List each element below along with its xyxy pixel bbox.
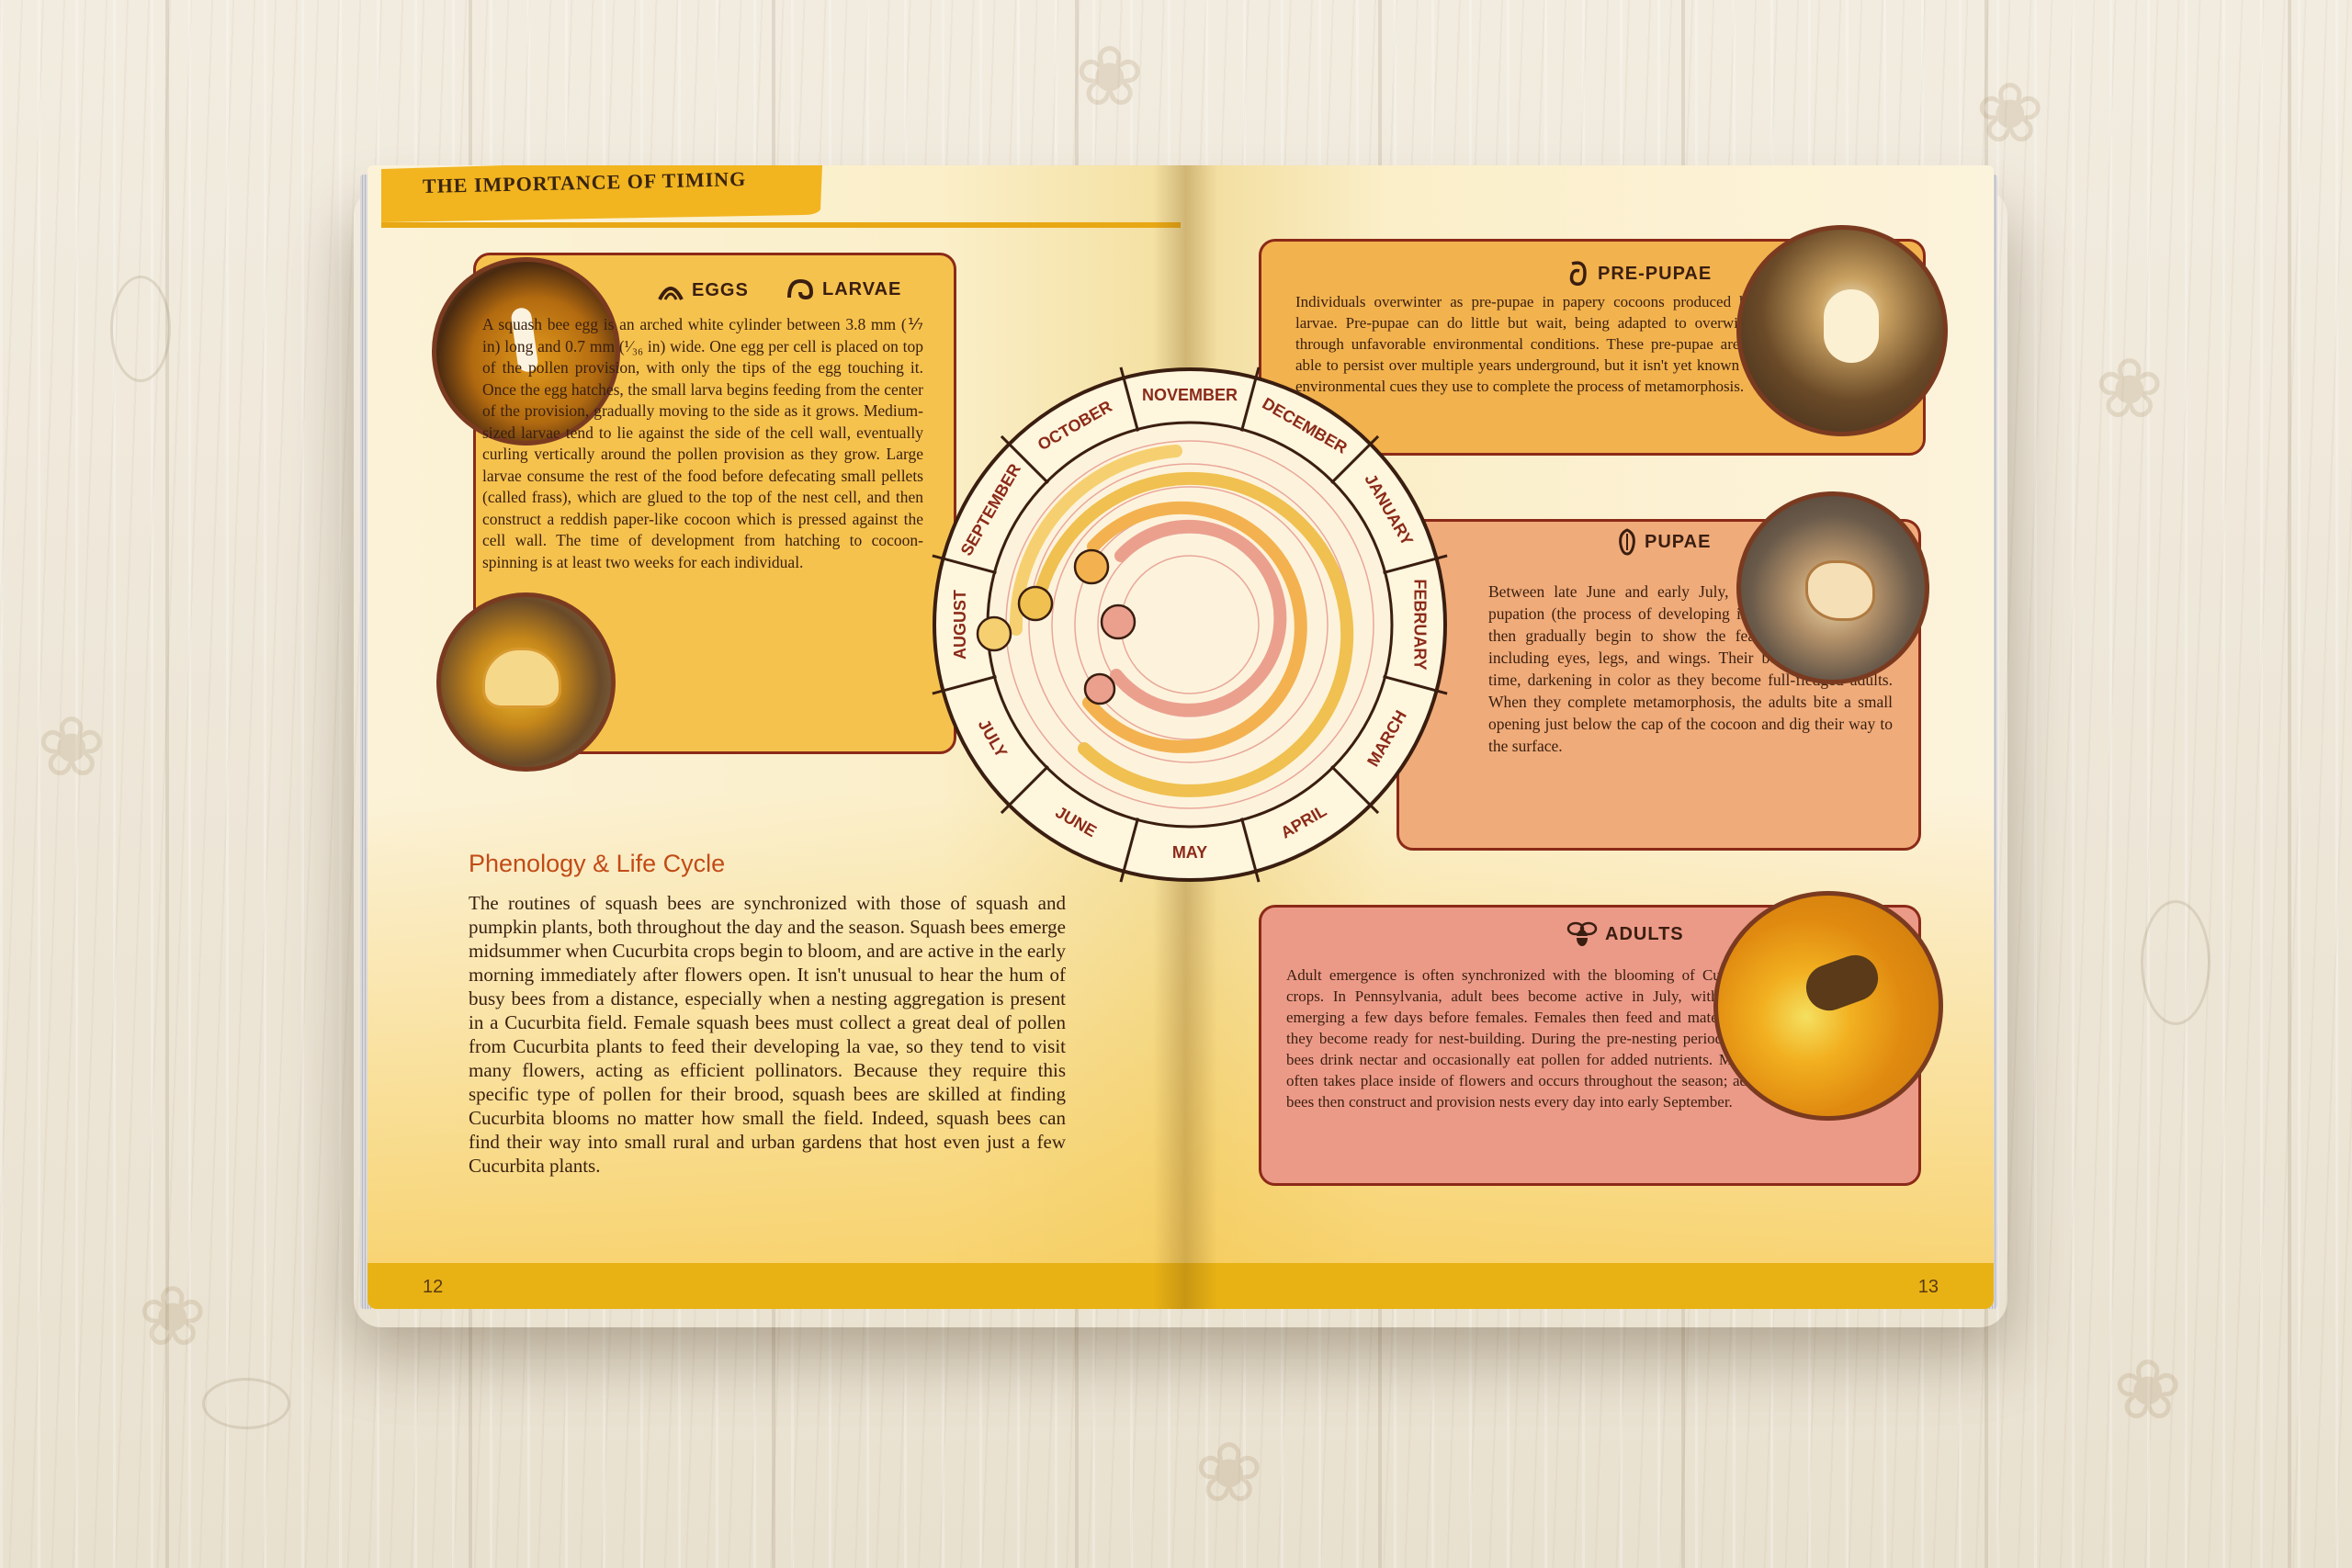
egg-icon [658, 286, 684, 300]
bee-watermark-icon: ❀ [2113, 1346, 2183, 1437]
bee-watermark-icon: ❀ [2095, 344, 2165, 435]
month-label-february: FEBRUARY [1410, 579, 1429, 670]
adults-label: ADULTS [1605, 923, 1684, 944]
right-page-number: 13 [1917, 1277, 1939, 1297]
wood-knot [202, 1378, 290, 1429]
adult-stage-icon [1100, 604, 1136, 640]
eggs-heading: EGGS [657, 280, 749, 301]
month-label-november: NOVEMBER [1142, 386, 1238, 404]
left-footer-bar [368, 1263, 1185, 1309]
prepupa-icon [1569, 261, 1587, 286]
prepupae-label: PRE-PUPAE [1598, 263, 1713, 284]
adults-heading: ADULTS [1566, 921, 1684, 947]
bee-watermark-icon: ❀ [1194, 1428, 1264, 1519]
bee-watermark-icon: ❀ [1975, 69, 2045, 160]
pupa-photo [1736, 491, 1929, 684]
prepupae-heading: PRE-PUPAE [1566, 260, 1712, 288]
adult-bee-photo [1713, 891, 1943, 1121]
adults-text: Adult emergence is often synchronized wi… [1286, 966, 1764, 1111]
larva-stage-icon [1017, 585, 1054, 622]
eggs-label: EGGS [692, 280, 749, 300]
larvae-label: LARVAE [822, 278, 902, 299]
month-label-may: MAY [1172, 843, 1207, 862]
pupae-label: PUPAE [1645, 531, 1712, 552]
bee-watermark-icon: ❀ [1075, 32, 1145, 123]
pupa-icon [1619, 528, 1635, 556]
month-label-august: AUGUST [951, 590, 969, 660]
larvae-heading: LARVAE [786, 277, 901, 301]
larva-icon [787, 278, 814, 300]
left-page-number: 12 [423, 1277, 444, 1297]
wood-knot [110, 276, 171, 382]
larva-photo [436, 592, 616, 772]
section-title: Phenology & Life Cycle [469, 850, 726, 877]
bee-watermark-icon: ❀ [37, 703, 107, 794]
prepupa-photo [1736, 225, 1948, 436]
right-footer-bar [1185, 1263, 1994, 1309]
bee-icon [1566, 921, 1598, 946]
phenology-wheel: SEPTEMBEROCTOBERNOVEMBER DECEMBERJANUARYF… [932, 367, 1448, 883]
prepupa-stage-icon [1073, 548, 1110, 585]
wood-knot [2141, 900, 2211, 1025]
bee-watermark-icon: ❀ [138, 1272, 208, 1363]
phenology-text: The routines of squash bees are synchron… [469, 892, 1066, 1177]
pupa-stage-icon [1083, 672, 1116, 705]
egg-stage-icon [976, 615, 1012, 652]
pupae-heading: PUPAE [1617, 528, 1711, 556]
eggs-larvae-text: A squash bee egg is an arched white cyli… [482, 315, 923, 571]
